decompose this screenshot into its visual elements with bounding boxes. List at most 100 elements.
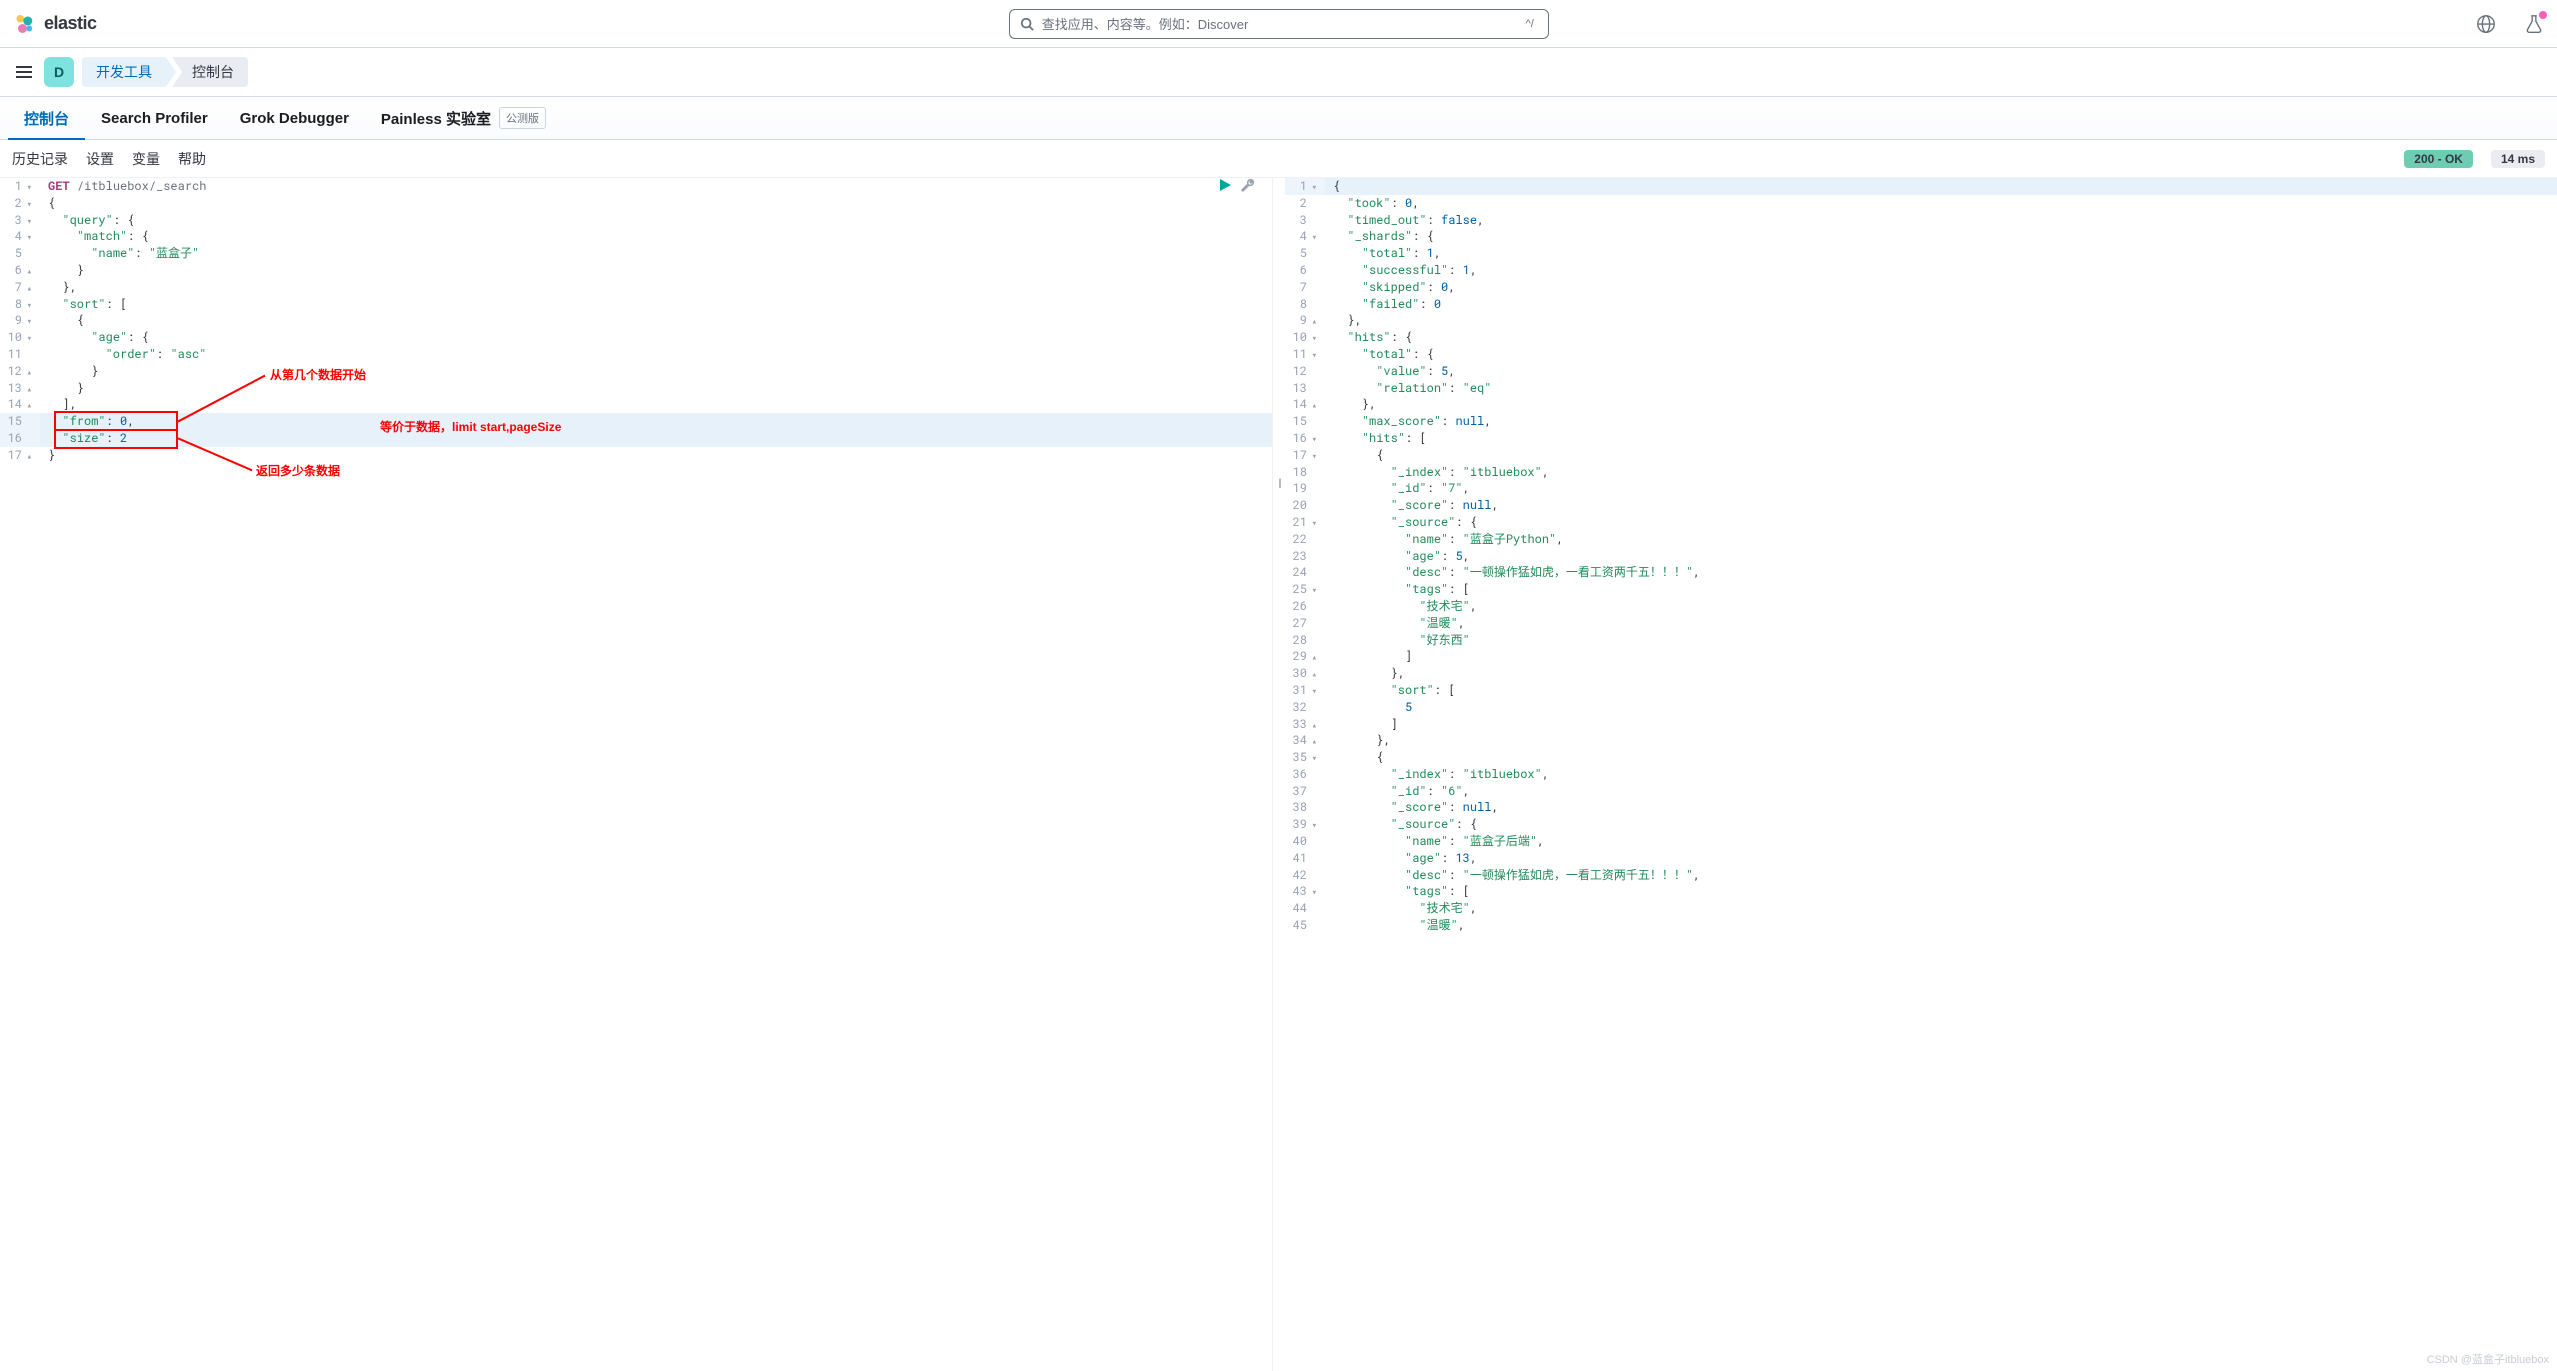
code-line: 13 "relation": "eq"	[1285, 380, 2557, 397]
toolbar-settings[interactable]: 设置	[86, 149, 114, 169]
code-line: 45 "温暖",	[1285, 917, 2557, 934]
response-time: 14 ms	[2491, 150, 2545, 168]
code-line[interactable]: 1▾GET /itbluebox/_search	[0, 178, 1272, 195]
code-line: 2 "took": 0,	[1285, 195, 2557, 212]
code-line: 12 "value": 5,	[1285, 363, 2557, 380]
code-line: 15 "max_score": null,	[1285, 413, 2557, 430]
space-selector[interactable]: D	[44, 57, 74, 87]
elastic-logo[interactable]: elastic	[12, 12, 97, 36]
code-line: 4▾ "_shards": {	[1285, 228, 2557, 245]
watermark: CSDN @蓝盒子itbluebox	[2427, 1351, 2549, 1367]
tab-search-profiler[interactable]: Search Profiler	[85, 96, 224, 140]
code-line: 18 "_index": "itbluebox",	[1285, 464, 2557, 481]
code-line: 19 "_id": "7",	[1285, 480, 2557, 497]
breadcrumb-devtools[interactable]: 开发工具	[82, 57, 166, 87]
brand-text: elastic	[44, 13, 97, 34]
code-line: 27 "温暖",	[1285, 615, 2557, 632]
code-line: 17▾ {	[1285, 447, 2557, 464]
code-line: 42 "desc": "一顿操作猛如虎，一看工资两千五！！！",	[1285, 867, 2557, 884]
code-line: 9▴ },	[1285, 312, 2557, 329]
code-line[interactable]: 10▾ "age": {	[0, 329, 1272, 346]
code-line: 24 "desc": "一顿操作猛如虎，一看工资两千五！！！",	[1285, 564, 2557, 581]
code-line[interactable]: 16 "size": 2	[0, 430, 1272, 447]
code-line[interactable]: 6▴ }	[0, 262, 1272, 279]
code-line: 22 "name": "蓝盒子Python",	[1285, 531, 2557, 548]
global-search[interactable]: 查找应用、内容等。例如：Discover ^/	[1009, 9, 1549, 39]
send-request-icon[interactable]	[1218, 178, 1232, 197]
code-line: 43▾ "tags": [	[1285, 883, 2557, 900]
code-line: 30▴ },	[1285, 665, 2557, 682]
code-line: 33▴ ]	[1285, 716, 2557, 733]
code-line: 29▴ ]	[1285, 648, 2557, 665]
code-line[interactable]: 5 "name": "蓝盒子"	[0, 245, 1272, 262]
console-editors: 1▾GET /itbluebox/_search2▾{3▾ "query": {…	[0, 178, 2557, 1371]
code-line[interactable]: 9▾ {	[0, 312, 1272, 329]
global-header: elastic 查找应用、内容等。例如：Discover ^/	[0, 0, 2557, 48]
code-line: 20 "_score": null,	[1285, 497, 2557, 514]
response-status: 200 - OK	[2404, 150, 2473, 168]
code-line: 7 "skipped": 0,	[1285, 279, 2557, 296]
code-line: 10▾ "hits": {	[1285, 329, 2557, 346]
code-line: 3 "timed_out": false,	[1285, 212, 2557, 229]
code-line: 23 "age": 5,	[1285, 548, 2557, 565]
beta-badge: 公测版	[499, 107, 546, 129]
code-line: 38 "_score": null,	[1285, 799, 2557, 816]
toolbar-variables[interactable]: 变量	[132, 149, 160, 169]
response-code: 1▾{2 "took": 0,3 "timed_out": false,4▾ "…	[1285, 178, 2557, 934]
code-line: 31▾ "sort": [	[1285, 682, 2557, 699]
code-line[interactable]: 2▾{	[0, 195, 1272, 212]
annotation-label-from: 从第几个数据开始	[270, 366, 366, 383]
tab-painless-lab[interactable]: Painless 实验室 公测版	[365, 96, 562, 140]
dev-tools-tabs: 控制台 Search Profiler Grok Debugger Painle…	[0, 96, 2557, 140]
code-line: 37 "_id": "6",	[1285, 783, 2557, 800]
search-shortcut: ^/	[1522, 16, 1538, 32]
code-line: 41 "age": 13,	[1285, 850, 2557, 867]
code-line: 39▾ "_source": {	[1285, 816, 2557, 833]
code-line: 21▾ "_source": {	[1285, 514, 2557, 531]
code-line: 6 "successful": 1,	[1285, 262, 2557, 279]
code-line[interactable]: 4▾ "match": {	[0, 228, 1272, 245]
request-editor[interactable]: 1▾GET /itbluebox/_search2▾{3▾ "query": {…	[0, 178, 1273, 1371]
toolbar-history[interactable]: 历史记录	[12, 149, 68, 169]
tab-grok-debugger[interactable]: Grok Debugger	[224, 96, 365, 140]
breadcrumb-console[interactable]: 控制台	[172, 57, 248, 87]
code-line: 8 "failed": 0	[1285, 296, 2557, 313]
code-line[interactable]: 7▴ },	[0, 279, 1272, 296]
code-line: 28 "好东西"	[1285, 632, 2557, 649]
code-line: 32 5	[1285, 699, 2557, 716]
code-line[interactable]: 11 "order": "asc"	[0, 346, 1272, 363]
code-line[interactable]: 17▴}	[0, 447, 1272, 464]
request-options-icon[interactable]	[1240, 178, 1256, 197]
newsfeed-icon[interactable]	[2475, 13, 2497, 35]
code-line[interactable]: 13▴ }	[0, 380, 1272, 397]
elastic-logo-icon	[12, 12, 36, 36]
code-line: 5 "total": 1,	[1285, 245, 2557, 262]
breadcrumb-row: D 开发工具 控制台	[0, 48, 2557, 96]
code-line[interactable]: 15 "from": 0,	[0, 413, 1272, 430]
code-line[interactable]: 12▴ }	[0, 363, 1272, 380]
request-code[interactable]: 1▾GET /itbluebox/_search2▾{3▾ "query": {…	[0, 178, 1272, 464]
annotation-label-size: 返回多少条数据	[256, 462, 340, 479]
console-toolbar: 历史记录 设置 变量 帮助 200 - OK 14 ms	[0, 140, 2557, 178]
code-line: 16▾ "hits": [	[1285, 430, 2557, 447]
search-placeholder: 查找应用、内容等。例如：Discover	[1042, 14, 1249, 33]
code-line[interactable]: 8▾ "sort": [	[0, 296, 1272, 313]
annotation-label-limit: 等价于数据，limit start,pageSize	[380, 418, 561, 435]
code-line: 11▾ "total": {	[1285, 346, 2557, 363]
code-line: 26 "技术宅",	[1285, 598, 2557, 615]
code-line: 44 "技术宅",	[1285, 900, 2557, 917]
code-line: 35▾ {	[1285, 749, 2557, 766]
response-viewer[interactable]: 1▾{2 "took": 0,3 "timed_out": false,4▾ "…	[1285, 178, 2557, 1371]
tab-console[interactable]: 控制台	[8, 96, 85, 140]
code-line[interactable]: 14▴ ],	[0, 396, 1272, 413]
code-line: 14▴ },	[1285, 396, 2557, 413]
code-line: 1▾{	[1285, 178, 2557, 195]
notification-dot	[2539, 11, 2547, 19]
code-line: 40 "name": "蓝盒子后端",	[1285, 833, 2557, 850]
code-line[interactable]: 3▾ "query": {	[0, 212, 1272, 229]
code-line: 25▾ "tags": [	[1285, 581, 2557, 598]
nav-toggle-icon[interactable]	[12, 60, 36, 84]
toolbar-help[interactable]: 帮助	[178, 149, 206, 169]
beaker-icon[interactable]	[2523, 13, 2545, 35]
pane-resize-handle[interactable]	[1273, 178, 1285, 1371]
